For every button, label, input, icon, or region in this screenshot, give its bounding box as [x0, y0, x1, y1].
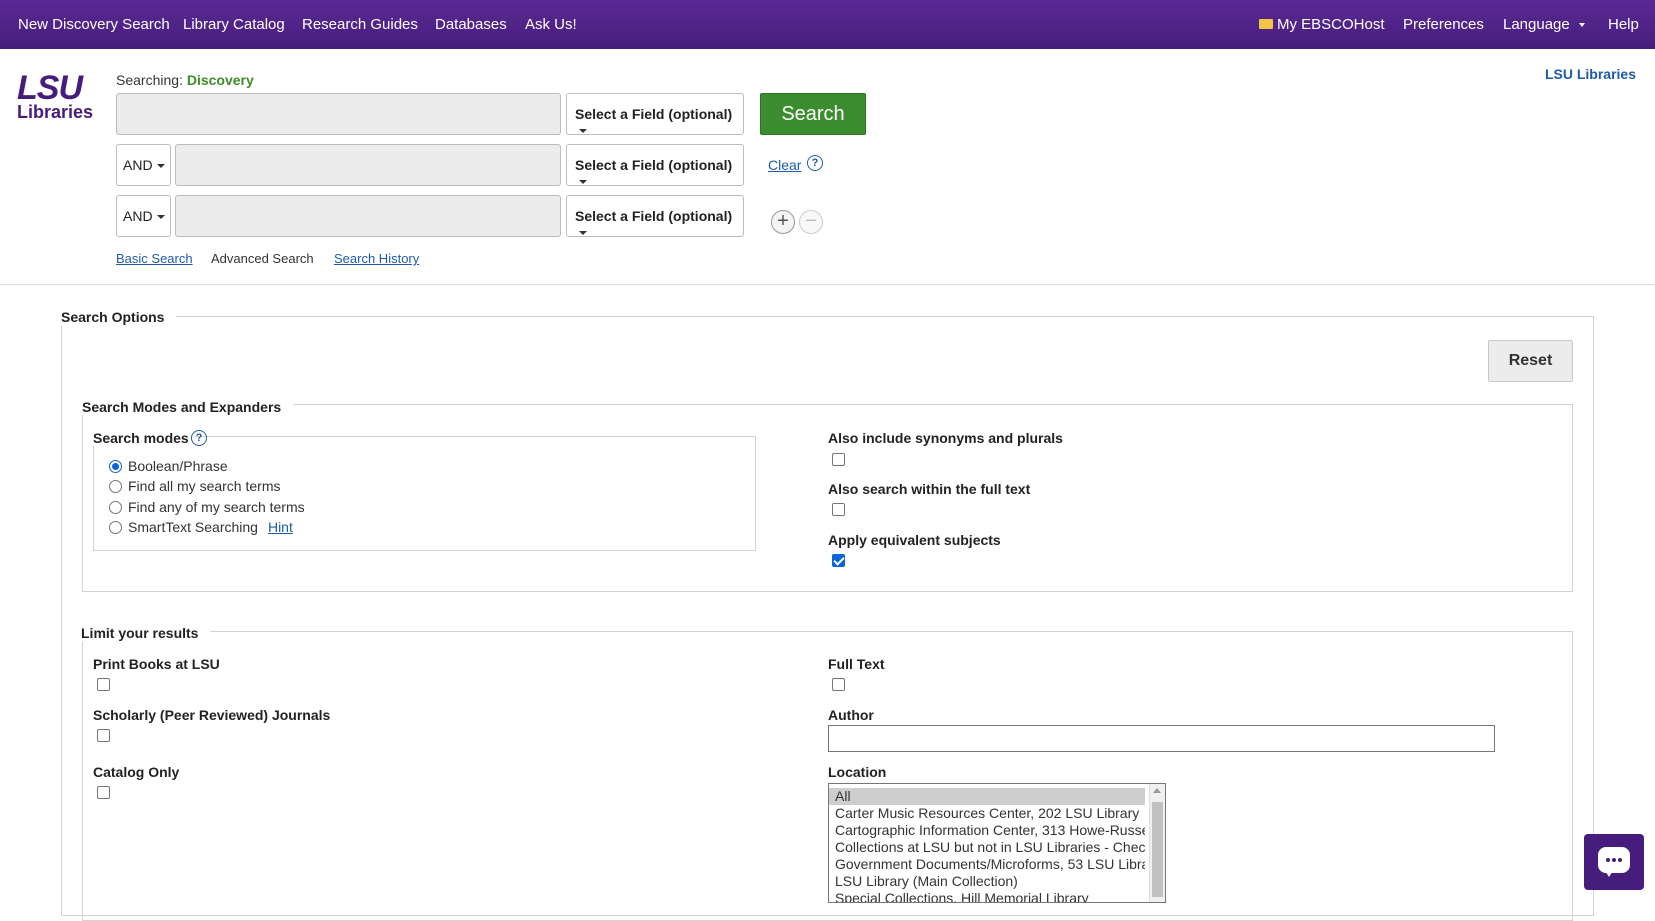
expander-synonyms-label: Also include synonyms and plurals [828, 430, 1063, 446]
advanced-search-current: Advanced Search [211, 251, 314, 266]
mode-label: SmartText Searching [128, 519, 258, 535]
expander-fulltext-label: Also search within the full text [828, 481, 1031, 497]
help-icon[interactable]: ? [191, 430, 207, 446]
nav-databases[interactable]: Databases [435, 16, 507, 33]
bool-operator-label: AND [123, 208, 153, 224]
nav-my-ebscohost[interactable]: My EBSCOHost [1259, 16, 1385, 33]
searching-database: Discovery [186, 72, 254, 88]
nav-ask-us[interactable]: Ask Us! [525, 16, 577, 33]
chat-bubble-icon [1598, 847, 1630, 877]
nav-preferences[interactable]: Preferences [1403, 16, 1484, 33]
limit-catalog-only-checkbox[interactable] [97, 786, 110, 799]
nav-library-catalog[interactable]: Library Catalog [183, 16, 285, 33]
expander-subjects-checkbox[interactable] [832, 554, 845, 567]
field-select-label: Select a Field (optional) [575, 106, 733, 122]
location-option[interactable]: Collections at LSU but not in LSU Librar… [829, 839, 1145, 856]
limit-print-books-label: Print Books at LSU [93, 656, 220, 672]
field-select-1[interactable]: Select a Field (optional) [566, 93, 744, 135]
location-option[interactable]: Cartographic Information Center, 313 How… [829, 822, 1145, 839]
language-label: Language [1503, 16, 1570, 33]
search-options-title: Search Options [61, 309, 177, 325]
field-select-label: Select a Field (optional) [575, 208, 733, 224]
expander-synonyms-checkbox[interactable] [832, 453, 845, 466]
mode-label: Boolean/Phrase [128, 458, 228, 474]
add-row-icon[interactable]: + [771, 210, 795, 234]
clear-link[interactable]: Clear [768, 157, 801, 173]
hint-link[interactable]: Hint [268, 519, 293, 535]
limit-location-label: Location [828, 764, 887, 780]
institution-link[interactable]: LSU Libraries [1545, 66, 1636, 82]
search-input-1[interactable] [116, 93, 561, 135]
field-select-3[interactable]: Select a Field (optional) [566, 195, 744, 237]
radio-icon [109, 521, 122, 534]
listbox-scrollbar[interactable] [1149, 784, 1165, 902]
mode-label: Find any of my search terms [128, 499, 305, 515]
limits-title: Limit your results [81, 625, 211, 641]
logo-text-libraries: Libraries [17, 102, 94, 122]
location-option[interactable]: All [829, 788, 1145, 805]
nav-language[interactable]: Language [1503, 16, 1585, 33]
searching-indicator: Searching: Discovery [116, 72, 254, 88]
nav-help[interactable]: Help [1608, 16, 1639, 33]
expander-fulltext-checkbox[interactable] [832, 503, 845, 516]
location-listbox[interactable]: All Carter Music Resources Center, 202 L… [828, 783, 1166, 903]
logo-text-lsu: LSU [17, 69, 83, 107]
limit-full-text-label: Full Text [828, 656, 885, 672]
folder-icon [1259, 19, 1273, 29]
caret-down-icon [579, 180, 587, 185]
search-input-2[interactable] [175, 144, 561, 186]
scroll-up-arrow-icon[interactable] [1153, 788, 1161, 793]
my-ebscohost-label: My EBSCOHost [1277, 16, 1385, 33]
limit-scholarly-checkbox[interactable] [97, 729, 110, 742]
modes-expanders-title: Search Modes and Expanders [82, 399, 294, 415]
nav-new-discovery-search[interactable]: New Discovery Search [18, 16, 170, 33]
header-divider [0, 284, 1655, 285]
mode-find-any[interactable]: Find any of my search terms [109, 499, 305, 515]
limit-scholarly-label: Scholarly (Peer Reviewed) Journals [93, 707, 331, 723]
caret-down-icon [579, 129, 587, 134]
mode-boolean-phrase[interactable]: Boolean/Phrase [109, 458, 228, 474]
remove-row-icon[interactable]: − [799, 210, 823, 234]
limit-print-books-checkbox[interactable] [97, 678, 110, 691]
help-icon[interactable]: ? [807, 155, 823, 171]
reset-button[interactable]: Reset [1488, 340, 1573, 382]
bool-operator-select-2[interactable]: AND [116, 144, 171, 186]
mode-smarttext[interactable]: SmartText Searching Hint [109, 519, 293, 535]
scrollbar-thumb[interactable] [1152, 802, 1163, 897]
bool-operator-select-3[interactable]: AND [116, 195, 171, 237]
radio-icon [109, 501, 122, 514]
limit-author-label: Author [828, 707, 874, 723]
bool-operator-label: AND [123, 157, 153, 173]
caret-down-icon [1578, 23, 1585, 28]
search-history-link[interactable]: Search History [334, 251, 419, 266]
search-input-3[interactable] [175, 195, 561, 237]
field-select-label: Select a Field (optional) [575, 157, 733, 173]
location-option[interactable]: Government Documents/Microforms, 53 LSU … [829, 856, 1145, 873]
searching-label: Searching: [116, 72, 183, 88]
search-button[interactable]: Search [760, 93, 866, 135]
limit-full-text-checkbox[interactable] [832, 678, 845, 691]
location-option[interactable]: Carter Music Resources Center, 202 LSU L… [829, 805, 1145, 822]
caret-down-icon [156, 215, 165, 220]
mode-find-all[interactable]: Find all my search terms [109, 478, 280, 494]
field-select-2[interactable]: Select a Field (optional) [566, 144, 744, 186]
nav-research-guides[interactable]: Research Guides [302, 16, 418, 33]
mode-label: Find all my search terms [128, 478, 281, 494]
lsu-libraries-logo[interactable]: LSU Libraries [17, 69, 95, 124]
location-option[interactable]: LSU Library (Main Collection) [829, 873, 1145, 890]
search-modes-label: Search modes [93, 430, 195, 446]
author-input[interactable] [828, 725, 1495, 752]
limit-catalog-only-label: Catalog Only [93, 764, 180, 780]
chat-widget-button[interactable] [1584, 834, 1644, 890]
basic-search-link[interactable]: Basic Search [116, 251, 193, 266]
caret-down-icon [156, 164, 165, 169]
top-nav-bar: New Discovery Search Library Catalog Res… [0, 0, 1655, 49]
radio-icon [109, 480, 122, 493]
location-option[interactable]: Special Collections, Hill Memorial Libra… [829, 890, 1145, 902]
radio-selected-icon [109, 460, 122, 473]
caret-down-icon [579, 231, 587, 236]
expander-subjects-label: Apply equivalent subjects [828, 532, 1001, 548]
